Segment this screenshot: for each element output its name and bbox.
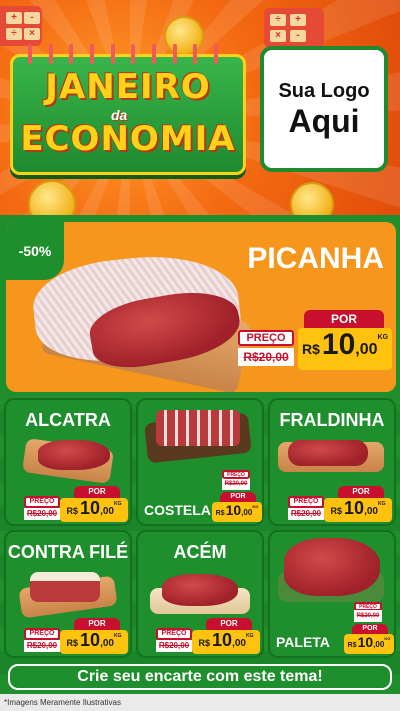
price-decimal: ,00 [100,506,114,517]
price-tag: PREÇO R$20,00 POR R$ 10 ,00 KG [288,486,394,524]
preco-label: PREÇO [24,496,60,508]
new-price: R$ 10 ,00 KG [60,498,128,522]
price-decimal: ,00 [355,341,378,358]
product-name: ALCATRA [25,410,111,430]
new-price: R$ 10 ,00 KG [60,630,128,654]
new-price: R$ 10 ,00 KG [212,502,262,522]
contra-file-meat-image [30,572,100,602]
price-decimal: ,00 [241,508,253,517]
price-tag: PREÇO R$20,00 POR R$ 10 ,00 KG [24,618,130,656]
por-label: POR [206,618,252,630]
logo-line2: Aqui [288,102,360,139]
new-price: R$ 10 ,00 KG [192,630,260,654]
product-card-paleta: PALETA PREÇO R$20,00 POR R$ 10 ,00 KG [268,530,396,658]
por-label: POR [304,310,384,328]
price-tag: R$20,00 PREÇO POR R$ 10 ,00 KG [210,470,264,524]
price-tag: PREÇO R$20,00 POR R$ 10 ,00 KG [24,486,130,524]
product-name: ACÉM [173,542,227,562]
fraldinha-meat-image [288,440,368,466]
footnote: *Imagens Meramente Ilustrativas [0,694,400,711]
por-label: POR [338,486,384,498]
price-integer: 10 [80,498,101,518]
paleta-meat-image [284,538,380,596]
old-price: R$20,00 [354,610,382,622]
price-unit: KG [113,501,122,507]
old-price: R$20,00 [24,508,60,520]
price-unit: KG [384,636,391,641]
price-tag: PREÇO R$20,00 POR R$ 10 ,00 KG [342,602,396,656]
currency: R$ [198,638,211,648]
por-label: POR [352,624,388,634]
old-price: R$20,00 [156,640,192,652]
product-name: CONTRA FILÉ [7,542,129,562]
currency: R$ [330,506,343,516]
acem-meat-image [162,574,238,606]
discount-badge: -50% [6,222,64,280]
product-card-contra-file: CONTRA FILÉ PREÇO R$20,00 POR R$ 10 ,00 … [4,530,132,658]
por-label: POR [74,486,120,498]
price-decimal: ,00 [364,506,378,517]
logo-placeholder: Sua Logo Aqui [260,46,388,172]
calendar-rings [28,44,218,64]
featured-product-card: -50% PICANHA PREÇO R$20,00 POR R$ 10 ,00… [6,222,396,392]
product-card-alcatra: ALCATRA PREÇO R$20,00 POR R$ 10 ,00 KG [4,398,132,526]
new-price: R$ 10 ,00 KG [298,328,392,370]
product-card-fraldinha: FRALDINHA PREÇO R$20,00 POR R$ 10 ,00 KG [268,398,396,526]
price-unit: KG [113,633,122,639]
product-card-acem: ACÉM PREÇO R$20,00 POR R$ 10 ,00 KG [136,530,264,658]
new-price: R$ 10 ,00 KG [344,634,394,654]
preco-label: PREÇO [24,628,60,640]
price-unit: KG [377,501,386,507]
logo-line1: Sua Logo [278,79,370,102]
product-name: COSTELA [144,502,211,518]
create-flyer-button[interactable]: Crie seu encarte com este tema! [8,664,392,690]
featured-price-tag: PREÇO R$20,00 POR R$ 10 ,00 KG [238,310,394,374]
price-unit: KG [252,504,259,509]
price-integer: 10 [321,328,356,361]
header-banner: + - ÷ × ÷ + × - JANEIRO da ECONOMIA Sua Logo A… [0,0,400,215]
por-label: POR [74,618,120,630]
price-integer: 10 [80,630,101,650]
old-price: R$20,00 [222,478,250,490]
preco-label: PREÇO [222,470,250,479]
price-integer: 10 [344,498,365,518]
product-name: PALETA [276,634,330,650]
calculator-icon: ÷ + × - [264,8,324,48]
currency: R$ [301,341,320,357]
currency: R$ [215,510,225,517]
featured-product-name: PICANHA [247,242,384,275]
currency: R$ [66,638,79,648]
price-unit: KG [377,334,389,341]
price-unit: KG [245,633,254,639]
alcatra-meat-image [38,440,110,470]
preco-label: PREÇO [238,330,294,346]
product-card-costela: COSTELA R$20,00 PREÇO POR R$ 10 ,00 KG [136,398,264,526]
por-label: POR [220,492,256,502]
price-integer: 10 [225,502,242,518]
currency: R$ [66,506,79,516]
preco-label: PREÇO [288,496,324,508]
costela-meat-image [156,410,240,446]
price-integer: 10 [357,634,374,650]
banner-title-line1: JANEIRO [45,67,211,107]
new-price: R$ 10 ,00 KG [324,498,392,522]
calculator-icon: + - ÷ × [0,6,42,46]
product-name: FRALDINHA [279,410,385,430]
banner-title-line2: ECONOMIA [20,119,236,159]
currency: R$ [347,642,357,649]
price-decimal: ,00 [373,640,385,649]
promo-title-banner: JANEIRO da ECONOMIA [10,54,246,175]
old-price: R$20,00 [238,348,294,366]
preco-label: PREÇO [156,628,192,640]
old-price: R$20,00 [24,640,60,652]
price-integer: 10 [212,630,233,650]
price-tag: PREÇO R$20,00 POR R$ 10 ,00 KG [156,618,262,656]
price-decimal: ,00 [100,638,114,649]
price-decimal: ,00 [232,638,246,649]
old-price: R$20,00 [288,508,324,520]
